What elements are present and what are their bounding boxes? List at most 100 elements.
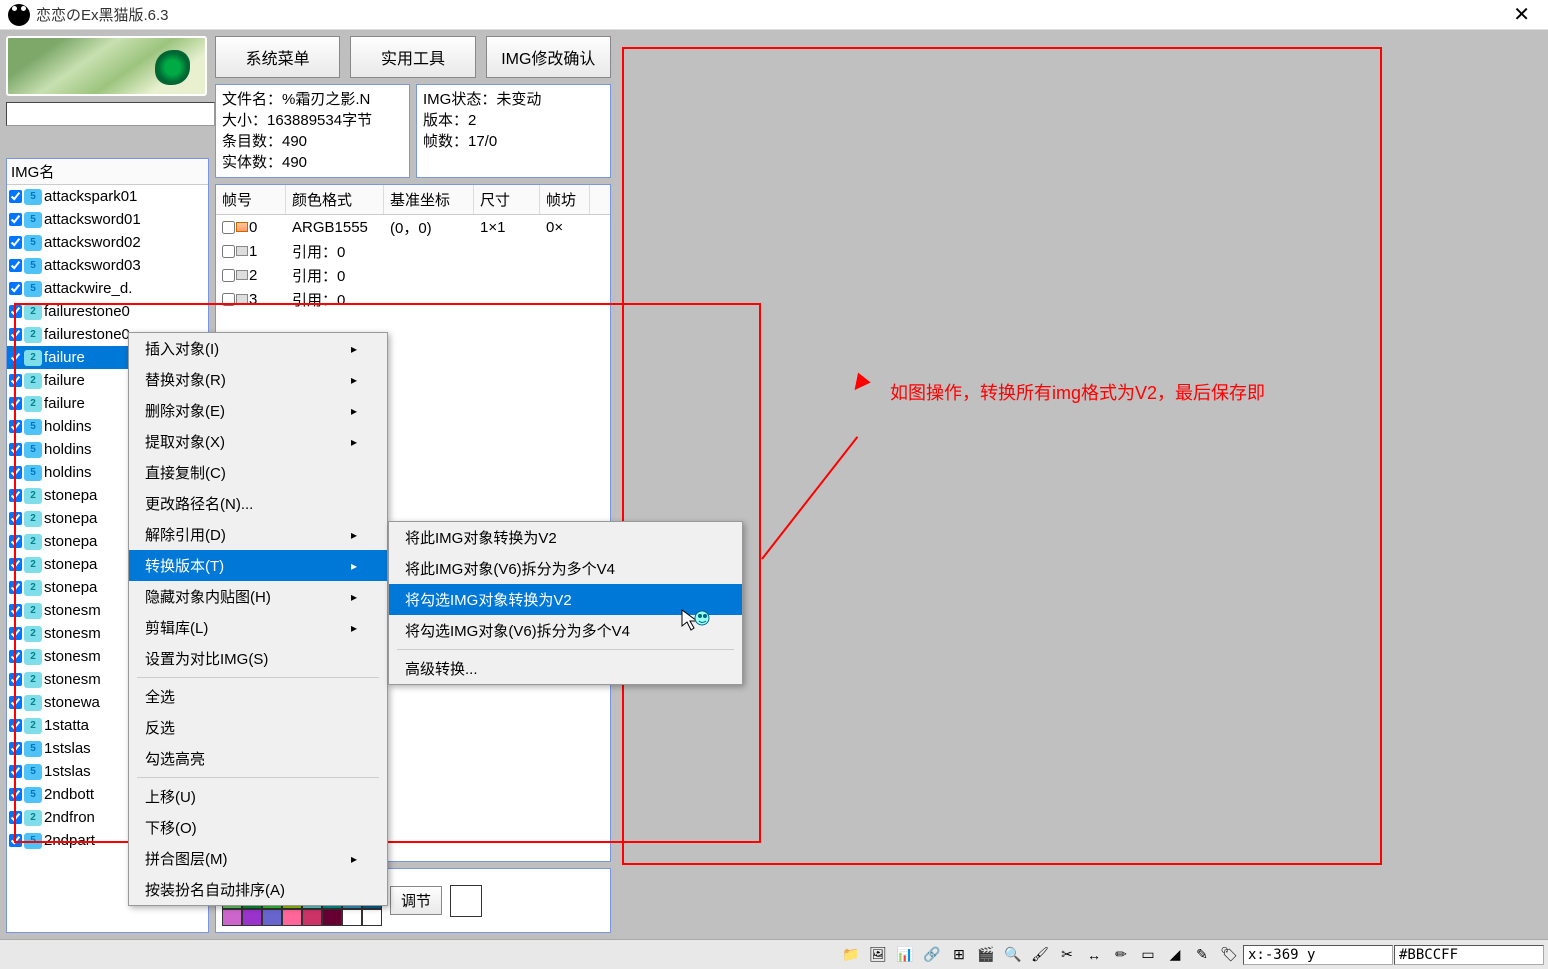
menu-item[interactable]: 将此IMG对象转换为V2: [389, 522, 742, 553]
list-checkbox[interactable]: [9, 351, 22, 364]
palette-swatch[interactable]: [222, 909, 242, 926]
column-header[interactable]: 颜色格式: [286, 185, 384, 214]
menu-item[interactable]: 上移(U): [129, 781, 387, 812]
menu-item[interactable]: 将勾选IMG对象(V6)拆分为多个V4: [389, 615, 742, 646]
table-row[interactable]: 0ARGB1555(0，0)1×10×: [216, 215, 610, 239]
list-checkbox[interactable]: [9, 604, 22, 617]
table-row[interactable]: 2引用：0: [216, 263, 610, 287]
list-checkbox[interactable]: [9, 719, 22, 732]
list-checkbox[interactable]: [9, 742, 22, 755]
list-checkbox[interactable]: [9, 834, 22, 847]
tool-button[interactable]: ▭: [1135, 943, 1161, 967]
palette-swatch[interactable]: [242, 909, 262, 926]
list-checkbox[interactable]: [9, 397, 22, 410]
tool-button[interactable]: 📊: [892, 943, 918, 967]
close-button[interactable]: ✕: [1503, 2, 1540, 27]
row-checkbox[interactable]: [222, 221, 235, 234]
tool-button[interactable]: ✂: [1054, 943, 1080, 967]
tool-button[interactable]: 📁: [838, 943, 864, 967]
list-checkbox[interactable]: [9, 443, 22, 456]
list-checkbox[interactable]: [9, 259, 22, 272]
list-checkbox[interactable]: [9, 282, 22, 295]
menu-item[interactable]: 将勾选IMG对象转换为V2: [389, 584, 742, 615]
column-header[interactable]: 帧坊: [540, 185, 590, 214]
list-checkbox[interactable]: [9, 558, 22, 571]
palette-swatch[interactable]: [322, 909, 342, 926]
adjust-button[interactable]: 调节: [390, 886, 442, 915]
list-checkbox[interactable]: [9, 466, 22, 479]
menu-item[interactable]: 全选: [129, 681, 387, 712]
list-checkbox[interactable]: [9, 811, 22, 824]
context-menu-main[interactable]: 插入对象(I)替换对象(R)删除对象(E)提取对象(X)直接复制(C)更改路径名…: [128, 332, 388, 906]
row-checkbox[interactable]: [222, 245, 235, 258]
tool-button[interactable]: 🖌: [1027, 943, 1053, 967]
list-checkbox[interactable]: [9, 420, 22, 433]
list-checkbox[interactable]: [9, 328, 22, 341]
system-menu-button[interactable]: 系统菜单: [215, 36, 340, 78]
menu-item[interactable]: 提取对象(X): [129, 426, 387, 457]
list-checkbox[interactable]: [9, 765, 22, 778]
list-item[interactable]: 5attackspark01: [7, 185, 208, 208]
list-checkbox[interactable]: [9, 236, 22, 249]
list-checkbox[interactable]: [9, 190, 22, 203]
menu-item[interactable]: 下移(O): [129, 812, 387, 843]
menu-item[interactable]: 转换版本(T): [129, 550, 387, 581]
img-confirm-button[interactable]: IMG修改确认: [486, 36, 611, 78]
table-row[interactable]: 1引用：0: [216, 239, 610, 263]
list-checkbox[interactable]: [9, 696, 22, 709]
list-checkbox[interactable]: [9, 650, 22, 663]
palette-swatch[interactable]: [342, 909, 362, 926]
tool-button[interactable]: 🏷: [1216, 943, 1242, 967]
canvas-area[interactable]: [615, 30, 1548, 939]
list-item[interactable]: 5attackwire_d.: [7, 277, 208, 300]
menu-item[interactable]: 拼合图层(M): [129, 843, 387, 874]
palette-swatch[interactable]: [302, 909, 322, 926]
tool-button[interactable]: 🎬: [973, 943, 999, 967]
menu-item[interactable]: 将此IMG对象(V6)拆分为多个V4: [389, 553, 742, 584]
palette-swatch[interactable]: [262, 909, 282, 926]
tool-button[interactable]: ✏: [1108, 943, 1134, 967]
row-checkbox[interactable]: [222, 269, 235, 282]
tools-button[interactable]: 实用工具: [350, 36, 475, 78]
tool-button[interactable]: 🔗: [919, 943, 945, 967]
menu-item[interactable]: 反选: [129, 712, 387, 743]
menu-item[interactable]: 直接复制(C): [129, 457, 387, 488]
list-checkbox[interactable]: [9, 673, 22, 686]
tool-button[interactable]: 🔍: [1000, 943, 1026, 967]
menu-item[interactable]: 解除引用(D): [129, 519, 387, 550]
tool-button[interactable]: ⊞: [946, 943, 972, 967]
list-item[interactable]: 2failurestone0: [7, 300, 208, 323]
menu-item[interactable]: 隐藏对象内贴图(H): [129, 581, 387, 612]
list-checkbox[interactable]: [9, 512, 22, 525]
palette-swatch[interactable]: [282, 909, 302, 926]
menu-item[interactable]: 按装扮名自动排序(A): [129, 874, 387, 905]
table-row[interactable]: 3引用：0: [216, 287, 610, 311]
menu-item[interactable]: 剪辑库(L): [129, 612, 387, 643]
column-header[interactable]: 尺寸: [474, 185, 540, 214]
list-checkbox[interactable]: [9, 581, 22, 594]
column-header[interactable]: 基准坐标: [384, 185, 474, 214]
tool-button[interactable]: 🖼: [865, 943, 891, 967]
menu-item[interactable]: 删除对象(E): [129, 395, 387, 426]
tool-button[interactable]: ◢: [1162, 943, 1188, 967]
menu-item[interactable]: 插入对象(I): [129, 333, 387, 364]
tool-button[interactable]: ✎: [1189, 943, 1215, 967]
menu-item[interactable]: 设置为对比IMG(S): [129, 643, 387, 674]
list-checkbox[interactable]: [9, 374, 22, 387]
menu-item[interactable]: 替换对象(R): [129, 364, 387, 395]
list-checkbox[interactable]: [9, 535, 22, 548]
column-header[interactable]: 帧号: [216, 185, 286, 214]
row-checkbox[interactable]: [222, 293, 235, 306]
menu-item[interactable]: 高级转换...: [389, 653, 742, 684]
list-checkbox[interactable]: [9, 788, 22, 801]
list-checkbox[interactable]: [9, 213, 22, 226]
list-item[interactable]: 5attacksword03: [7, 254, 208, 277]
list-item[interactable]: 5attacksword02: [7, 231, 208, 254]
menu-item[interactable]: 更改路径名(N)...: [129, 488, 387, 519]
list-checkbox[interactable]: [9, 627, 22, 640]
list-checkbox[interactable]: [9, 489, 22, 502]
list-item[interactable]: 5attacksword01: [7, 208, 208, 231]
search-input[interactable]: [6, 102, 215, 126]
menu-item[interactable]: 勾选高亮: [129, 743, 387, 774]
tool-button[interactable]: ↔: [1081, 943, 1107, 967]
